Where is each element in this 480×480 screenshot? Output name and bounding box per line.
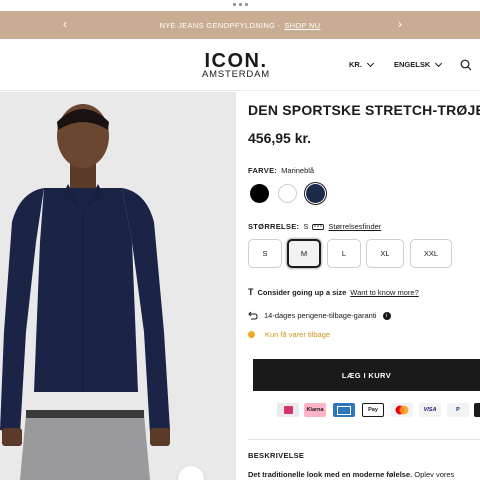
stock-text: Kun få varer tilbage (265, 330, 331, 339)
color-swatch-black[interactable] (250, 184, 269, 203)
size-option-selected[interactable]: M (287, 239, 321, 268)
visa-payment-icon: VISA (419, 403, 441, 417)
size-label: STØRRELSE: (248, 222, 300, 231)
section-divider (248, 439, 480, 440)
mastercard-payment-icon (391, 403, 413, 417)
gift-card-payment-icon (277, 403, 299, 417)
currency-label: KR. (349, 60, 362, 69)
promo-next-arrow-icon[interactable]: › (398, 17, 402, 31)
text-size-icon: T (248, 287, 254, 297)
stock-row: Kun få varer tilbage (248, 330, 330, 339)
apple-pay-icon: Pay (362, 403, 384, 417)
currency-selector[interactable]: KR. (349, 59, 374, 69)
model-shirt-image (0, 92, 236, 480)
guarantee-text: 14-dages pengene-tilbage-garanti (264, 311, 377, 320)
size-option[interactable]: XL (366, 239, 404, 268)
color-swatch-navy[interactable] (306, 184, 325, 203)
product-page: ‹ NYE JEANS GENOPFYLDNING - SHOP NU › IC… (0, 0, 480, 480)
ruler-icon (312, 223, 325, 230)
more-payment-icon (474, 403, 480, 417)
stock-dot-icon (248, 331, 255, 338)
info-icon[interactable]: i (382, 311, 391, 320)
amex-payment-icon (333, 403, 355, 417)
search-icon[interactable] (460, 59, 472, 71)
guarantee-row: 14-dages pengene-tilbage-garanti i (248, 311, 391, 320)
product-title: DEN SPORTSKE STRETCH-TRØJE (248, 102, 480, 118)
description-text: Det traditionelle look med en moderne fø… (248, 470, 454, 479)
size-label-row: STØRRELSE: S Størrelsesfinder (248, 222, 381, 231)
fit-tip-text: Consider going up a size (257, 287, 347, 297)
fit-tip: T Consider going up a size Want to know … (248, 287, 419, 297)
product-image[interactable] (0, 92, 236, 480)
add-to-cart-button[interactable]: LÆG I KURV (253, 359, 480, 391)
promo-text: NYE JEANS GENOPFYLDNING - (159, 20, 281, 30)
description-heading[interactable]: BESKRIVELSE (248, 451, 304, 460)
site-logo[interactable]: ICON. AMSTERDAM (198, 50, 274, 80)
logo-wordmark: ICON. (204, 50, 268, 72)
description-rest: Oplev vores (412, 470, 455, 479)
size-value: S (303, 222, 309, 231)
chevron-down-icon (435, 59, 443, 67)
language-label: ENGELSK (394, 60, 431, 69)
size-option[interactable]: L (327, 239, 361, 268)
color-swatch-white[interactable] (278, 184, 297, 203)
size-finder-link[interactable]: Størrelsesfinder (328, 222, 381, 231)
klarna-payment-icon: Klarna (304, 403, 326, 417)
language-selector[interactable]: ENGELSK (394, 59, 443, 69)
window-dots[interactable] (0, 0, 480, 10)
promo-bar: ‹ NYE JEANS GENOPFYLDNING - SHOP NU › (0, 11, 480, 39)
site-header: ICON. AMSTERDAM KR. ENGELSK (0, 39, 480, 91)
paypal-payment-icon: P (447, 403, 469, 417)
color-label-row: FARVE: Marineblå (248, 166, 314, 175)
product-price: 456,95 kr. (248, 130, 312, 146)
size-option[interactable]: S (248, 239, 282, 268)
promo-prev-arrow-icon[interactable]: ‹ (63, 17, 67, 31)
promo-shop-link[interactable]: SHOP NU (284, 21, 320, 30)
color-value: Marineblå (281, 166, 315, 175)
size-option[interactable]: XXL (410, 239, 452, 268)
chevron-down-icon (366, 59, 374, 67)
return-arrow-icon (248, 311, 258, 320)
description-lead: Det traditionelle look med en moderne fø… (248, 470, 413, 479)
logo-subtitle: AMSTERDAM (202, 69, 270, 80)
color-label: FARVE: (248, 166, 278, 175)
fit-tip-link[interactable]: Want to know more? (350, 288, 419, 297)
